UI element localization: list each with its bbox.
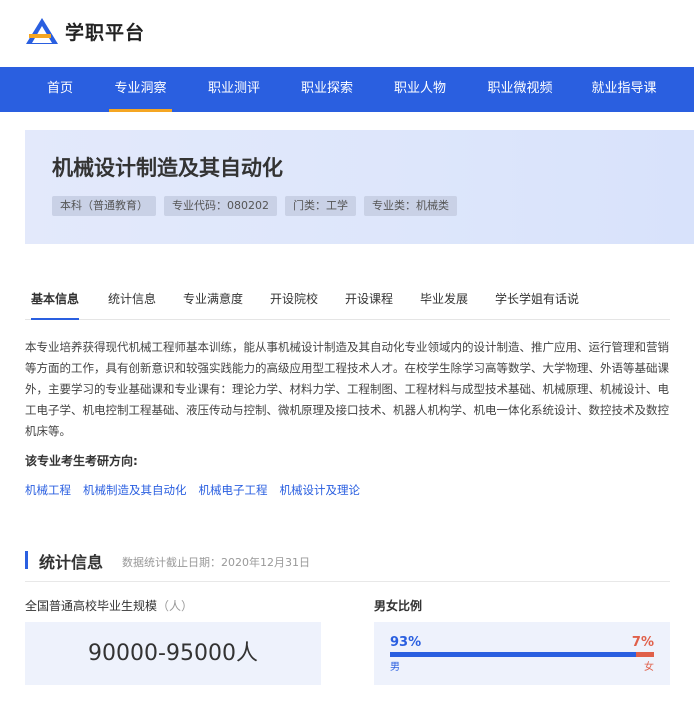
postgrad-direction-links: 机械工程 机械制造及其自动化 机械电子工程 机械设计及理论 xyxy=(25,482,372,498)
stats-date: 数据统计截止日期：2020年12月31日 xyxy=(122,556,310,569)
tag-subcategory: 专业类：机械类 xyxy=(364,196,457,216)
graduate-scale-label: 全国普通高校毕业生规模（人） xyxy=(25,597,193,614)
nav-item-major-insight[interactable]: 专业洞察 xyxy=(109,67,172,112)
tab-colleges[interactable]: 开设院校 xyxy=(270,282,318,320)
male-label: 男 xyxy=(390,662,400,673)
nav-item-career-video[interactable]: 职业微视频 xyxy=(485,67,555,112)
major-hero: 机械设计制造及其自动化 本科（普通教育） 专业代码：080202 门类：工学 专… xyxy=(25,130,694,244)
graduate-scale-label-text: 全国普通高校毕业生规模 xyxy=(25,599,158,613)
direction-link[interactable]: 机械制造及其自动化 xyxy=(83,482,187,498)
brand-name: 学职平台 xyxy=(65,21,146,44)
direction-link[interactable]: 机械电子工程 xyxy=(199,482,268,498)
postgrad-direction-title: 该专业考生考研方向: xyxy=(25,454,138,468)
female-label: 女 xyxy=(644,662,654,673)
tag-category: 门类：工学 xyxy=(285,196,356,216)
major-tags: 本科（普通教育） 专业代码：080202 门类：工学 专业类：机械类 xyxy=(52,196,465,216)
male-percentage: 93% xyxy=(390,635,422,650)
direction-link[interactable]: 机械工程 xyxy=(25,482,71,498)
nav-item-career-people[interactable]: 职业人物 xyxy=(391,67,449,112)
section-accent-bar xyxy=(25,551,28,569)
tag-major-code: 专业代码：080202 xyxy=(164,196,277,216)
graduate-scale-value: 90000-95000人 xyxy=(88,641,258,666)
gender-ratio-bar xyxy=(390,652,654,657)
main-nav: 首页 专业洞察 职业测评 职业探索 职业人物 职业微视频 就业指导课 xyxy=(0,67,694,112)
tab-senior-talk[interactable]: 学长学姐有话说 xyxy=(495,282,579,320)
gender-ratio-card: 93% 7% 男 女 xyxy=(374,622,670,685)
tab-graduate-development[interactable]: 毕业发展 xyxy=(420,282,468,320)
nav-item-career-explore[interactable]: 职业探索 xyxy=(298,67,356,112)
gender-ratio-label: 男女比例 xyxy=(374,599,423,613)
triangle-logo-icon xyxy=(26,18,58,44)
male-ratio-fill xyxy=(390,652,636,657)
tag-degree: 本科（普通教育） xyxy=(52,196,156,216)
top-header: 学职平台 xyxy=(0,0,694,67)
nav-item-home[interactable]: 首页 xyxy=(44,67,76,112)
nav-item-career-guide[interactable]: 就业指导课 xyxy=(589,67,659,112)
major-title: 机械设计制造及其自动化 xyxy=(52,156,283,180)
female-percentage: 7% xyxy=(631,635,654,650)
info-tabs: 基本信息 统计信息 专业满意度 开设院校 开设课程 毕业发展 学长学姐有话说 xyxy=(25,282,670,320)
tab-courses[interactable]: 开设课程 xyxy=(345,282,393,320)
direction-link[interactable]: 机械设计及理论 xyxy=(280,482,361,498)
tab-satisfaction[interactable]: 专业满意度 xyxy=(183,282,243,320)
major-description: 本专业培养获得现代机械工程师基本训练，能从事机械设计制造及其自动化专业领域内的设… xyxy=(25,340,669,438)
graduate-scale-card: 90000-95000人 xyxy=(25,622,321,685)
graduate-scale-unit: （人） xyxy=(157,599,194,613)
brand-logo[interactable]: 学职平台 xyxy=(25,17,145,45)
tab-statistics[interactable]: 统计信息 xyxy=(108,282,156,320)
stats-section-header: 统计信息 数据统计截止日期：2020年12月31日 xyxy=(25,549,670,582)
stats-title: 统计信息 xyxy=(39,553,104,572)
tab-basic-info[interactable]: 基本信息 xyxy=(31,282,80,320)
nav-item-career-test[interactable]: 职业测评 xyxy=(205,67,263,112)
